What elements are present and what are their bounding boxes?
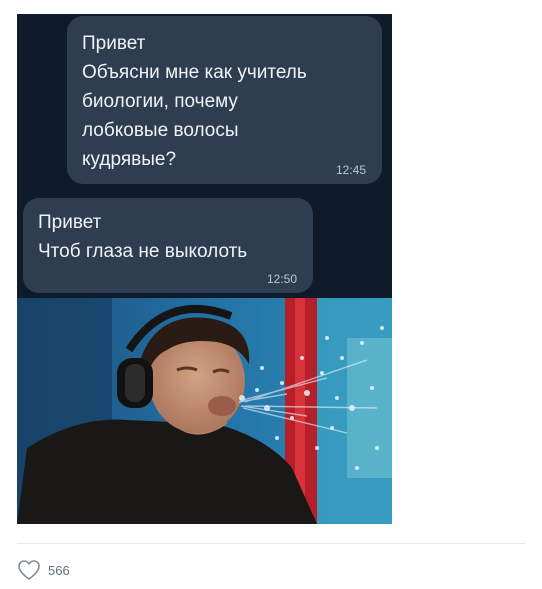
message-bubble-answer: Привет Чтоб глаза не выколоть 12:50 bbox=[23, 198, 313, 293]
heart-icon bbox=[17, 559, 41, 581]
message-line: биологии, почему bbox=[82, 91, 238, 112]
message-line: Чтоб глаза не выколоть bbox=[38, 241, 248, 262]
post: Привет Объясни мне как учитель биологии,… bbox=[0, 0, 542, 589]
message-line: Привет bbox=[38, 212, 102, 233]
like-button[interactable]: 566 bbox=[17, 559, 70, 581]
chat-screenshot: Привет Объясни мне как учитель биологии,… bbox=[17, 14, 392, 298]
message-time: 12:45 bbox=[335, 163, 366, 177]
message-line: Привет bbox=[82, 33, 146, 54]
message-line: лобковые волосы bbox=[82, 120, 239, 141]
like-count: 566 bbox=[48, 562, 70, 578]
reaction-photo bbox=[17, 298, 392, 524]
message-time: 12:50 bbox=[266, 272, 297, 286]
message-line: Объясни мне как учитель bbox=[82, 62, 307, 83]
message-bubble-question: Привет Объясни мне как учитель биологии,… bbox=[67, 16, 382, 184]
post-image[interactable]: Привет Объясни мне как учитель биологии,… bbox=[17, 14, 392, 524]
message-line: кудрявые? bbox=[82, 149, 177, 170]
post-divider bbox=[17, 543, 525, 544]
